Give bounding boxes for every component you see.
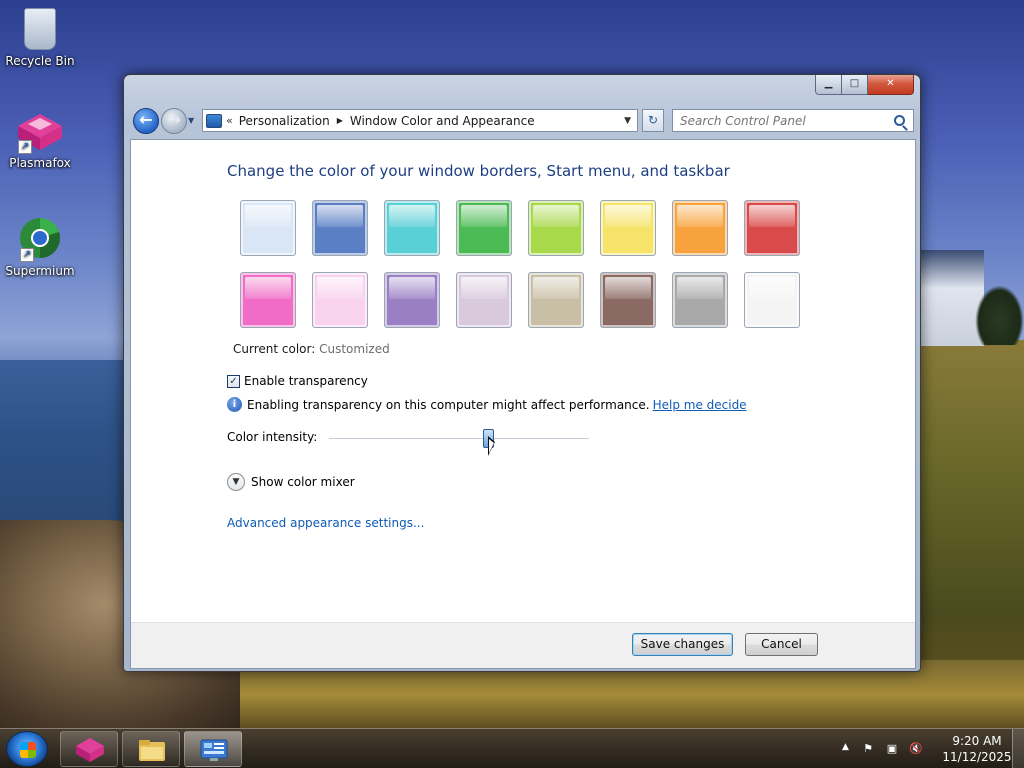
action-center-icon[interactable]: ⚑ bbox=[860, 741, 876, 757]
color-intensity-label: Color intensity: bbox=[227, 430, 318, 444]
shortcut-arrow-icon: ↗ bbox=[18, 140, 32, 154]
current-color-label: Current color: bbox=[233, 342, 316, 356]
color-swatch[interactable] bbox=[384, 272, 440, 328]
dialog-footer: Save changes Cancel bbox=[131, 622, 915, 668]
notification-area: ▲ ⚑ ▣ 🔇 9:20 AM 11/12/2025 bbox=[834, 729, 1024, 768]
plasmafox-icon: ↗ bbox=[16, 112, 64, 154]
desktop-icon-label: Recycle Bin bbox=[5, 54, 75, 68]
help-me-decide-link[interactable]: Help me decide bbox=[653, 398, 747, 412]
breadcrumb-personalization[interactable]: Personalization bbox=[239, 114, 330, 128]
network-icon[interactable]: ▣ bbox=[884, 741, 900, 757]
forward-button[interactable]: → bbox=[161, 108, 187, 134]
color-swatch[interactable] bbox=[456, 200, 512, 256]
plasmafox-icon bbox=[76, 738, 104, 762]
address-dropdown-icon[interactable]: ▼ bbox=[624, 116, 631, 126]
folder-icon bbox=[139, 740, 165, 761]
color-swatch[interactable] bbox=[528, 200, 584, 256]
mouse-pointer-icon bbox=[488, 436, 495, 456]
clock-date: 11/12/2025 bbox=[942, 750, 1012, 764]
color-swatch[interactable] bbox=[672, 200, 728, 256]
close-button[interactable]: ✕ bbox=[868, 75, 914, 95]
color-swatch[interactable] bbox=[528, 272, 584, 328]
color-swatch[interactable] bbox=[600, 272, 656, 328]
enable-transparency-label[interactable]: Enable transparency bbox=[244, 374, 368, 388]
control-panel-icon bbox=[206, 113, 222, 128]
maximize-button[interactable]: □ bbox=[842, 75, 868, 95]
current-color: Current color: Customized bbox=[233, 342, 390, 356]
transparency-info-text: Enabling transparency on this computer m… bbox=[247, 397, 650, 412]
taskbar-item-plasmafox[interactable] bbox=[60, 731, 118, 767]
color-swatch[interactable] bbox=[240, 272, 296, 328]
desktop-icon-plasmafox[interactable]: ↗ Plasmafox bbox=[0, 112, 80, 170]
taskbar-item-explorer[interactable] bbox=[122, 731, 180, 767]
start-button[interactable] bbox=[6, 731, 48, 767]
desktop-icon-label: Plasmafox bbox=[9, 156, 71, 170]
desktop-icon-recycle-bin[interactable]: Recycle Bin bbox=[0, 8, 80, 68]
color-swatch[interactable] bbox=[312, 200, 368, 256]
desktop-icon-label: Supermium bbox=[5, 264, 75, 278]
supermium-icon: ↗ bbox=[18, 216, 62, 262]
color-swatch[interactable] bbox=[672, 272, 728, 328]
desktop-wallpaper-trees bbox=[975, 285, 1024, 345]
control-panel-icon bbox=[200, 739, 228, 761]
show-desktop-button[interactable] bbox=[1012, 729, 1024, 768]
window-color-appearance-window: ▁ □ ✕ ← → ▼ « Personalization ▶ Window C… bbox=[123, 74, 921, 672]
color-swatch[interactable] bbox=[456, 272, 512, 328]
search-box[interactable] bbox=[672, 109, 914, 132]
recycle-bin-icon bbox=[24, 8, 56, 50]
back-button[interactable]: ← bbox=[133, 108, 159, 134]
color-swatch[interactable] bbox=[384, 200, 440, 256]
shortcut-arrow-icon: ↗ bbox=[20, 248, 34, 262]
breadcrumb-separator-icon[interactable]: ▶ bbox=[337, 116, 343, 125]
windows-logo-icon bbox=[20, 742, 36, 758]
search-icon[interactable] bbox=[894, 115, 905, 126]
taskbar-item-control-panel[interactable] bbox=[184, 731, 242, 767]
save-changes-button[interactable]: Save changes bbox=[632, 633, 733, 656]
search-input[interactable] bbox=[680, 113, 890, 128]
volume-muted-icon[interactable]: 🔇 bbox=[908, 741, 924, 757]
minimize-button[interactable]: ▁ bbox=[815, 75, 842, 95]
page-title: Change the color of your window borders,… bbox=[227, 162, 730, 180]
navigation-bar: ← → ▼ « Personalization ▶ Window Color a… bbox=[130, 105, 914, 135]
breadcrumb-window-color[interactable]: Window Color and Appearance bbox=[350, 114, 535, 128]
address-bar[interactable]: « Personalization ▶ Window Color and App… bbox=[202, 109, 638, 132]
enable-transparency-row[interactable]: ✓ Enable transparency bbox=[227, 374, 368, 388]
clock[interactable]: 9:20 AM 11/12/2025 bbox=[942, 733, 1012, 765]
taskbar: ▲ ⚑ ▣ 🔇 9:20 AM 11/12/2025 bbox=[0, 728, 1024, 768]
clock-time: 9:20 AM bbox=[952, 734, 1002, 748]
color-swatch[interactable] bbox=[744, 200, 800, 256]
breadcrumb-overflow-icon[interactable]: « bbox=[226, 114, 233, 127]
show-color-mixer-label[interactable]: Show color mixer bbox=[251, 475, 355, 489]
caption-buttons: ▁ □ ✕ bbox=[815, 75, 914, 95]
cancel-button[interactable]: Cancel bbox=[745, 633, 818, 656]
recent-pages-dropdown-icon[interactable]: ▼ bbox=[188, 116, 194, 125]
current-color-value: Customized bbox=[319, 342, 390, 356]
info-icon: i bbox=[227, 397, 242, 412]
color-swatch[interactable] bbox=[240, 200, 296, 256]
color-swatch[interactable] bbox=[744, 272, 800, 328]
desktop-icon-supermium[interactable]: ↗ Supermium bbox=[0, 216, 80, 278]
refresh-button[interactable]: ↻ bbox=[642, 109, 664, 132]
transparency-info: i Enabling transparency on this computer… bbox=[227, 397, 747, 412]
color-intensity-slider[interactable] bbox=[329, 438, 589, 440]
advanced-appearance-link[interactable]: Advanced appearance settings... bbox=[227, 516, 424, 530]
color-swatch[interactable] bbox=[312, 272, 368, 328]
content-pane: Change the color of your window borders,… bbox=[130, 139, 916, 669]
chevron-down-icon[interactable]: ▼ bbox=[227, 473, 245, 491]
show-color-mixer-row[interactable]: ▼ Show color mixer bbox=[227, 473, 355, 491]
enable-transparency-checkbox[interactable]: ✓ bbox=[227, 374, 240, 388]
show-hidden-icons-icon[interactable]: ▲ bbox=[842, 742, 849, 752]
color-swatch[interactable] bbox=[600, 200, 656, 256]
